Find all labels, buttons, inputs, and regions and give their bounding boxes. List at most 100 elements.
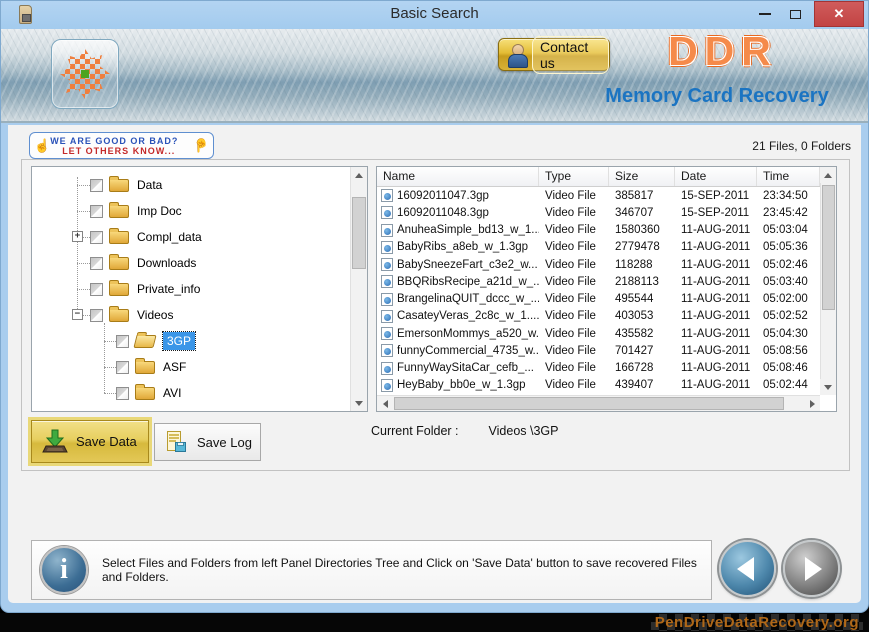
column-header-date[interactable]: Date	[675, 167, 757, 186]
table-row[interactable]: 16092011047.3gp Video File 385817 15-SEP…	[377, 187, 820, 204]
close-button[interactable]: ✕	[814, 1, 864, 27]
tree-item[interactable]: Imp Doc	[32, 198, 349, 224]
file-size: 435582	[615, 328, 653, 340]
tree-item[interactable]: 3GP	[32, 328, 349, 354]
file-name: BBQRibsRecipe_a21d_w_...	[397, 276, 539, 288]
file-date: 11-AUG-2011	[681, 241, 750, 253]
current-folder-label: Current Folder :	[371, 424, 459, 438]
app-logo	[51, 39, 119, 109]
maximize-button[interactable]	[784, 1, 806, 27]
table-row[interactable]: FunnyWaySitaCar_cefb_... Video File 1667…	[377, 360, 820, 377]
file-type: Video File	[545, 328, 596, 340]
column-header-type[interactable]: Type	[539, 167, 609, 186]
file-type: Video File	[545, 362, 596, 374]
file-table-panel: NameTypeSizeDateTime 16092011047.3gp Vid…	[376, 166, 837, 412]
feedback-line1: WE ARE GOOD OR BAD?	[50, 136, 193, 146]
tree-vertical-scrollbar[interactable]	[350, 167, 367, 411]
video-file-icon	[381, 344, 393, 357]
table-vscroll-thumb[interactable]	[822, 185, 835, 310]
tree-item-label: Imp Doc	[137, 204, 182, 218]
table-row[interactable]: BabySneezeFart_c3e2_w... Video File 1182…	[377, 256, 820, 273]
column-header-size[interactable]: Size	[609, 167, 675, 186]
file-type: Video File	[545, 379, 596, 391]
table-row[interactable]: HeyBaby_bb0e_w_1.3gp Video File 439407 1…	[377, 377, 820, 394]
save-log-button[interactable]: Save Log	[154, 423, 261, 461]
file-name: AnuheaSimple_bd13_w_1...	[397, 224, 539, 236]
save-log-icon	[164, 430, 188, 454]
folder-icon	[109, 257, 129, 270]
scroll-left-button[interactable]	[377, 396, 393, 412]
tree-item[interactable]: AVI	[32, 380, 349, 406]
column-header-name[interactable]: Name	[377, 167, 539, 186]
file-size: 2779478	[615, 241, 660, 253]
table-horizontal-scrollbar[interactable]	[377, 395, 820, 411]
table-row[interactable]: BrangelinaQUIT_dccc_w_... Video File 495…	[377, 291, 820, 308]
tree-checkbox[interactable]	[116, 361, 129, 374]
table-row[interactable]: AnuheaSimple_bd13_w_1... Video File 1580…	[377, 222, 820, 239]
file-size: 701427	[615, 345, 653, 357]
table-row[interactable]: 16092011048.3gp Video File 346707 15-SEP…	[377, 204, 820, 221]
tree-item[interactable]: Downloads	[32, 250, 349, 276]
save-data-label: Save Data	[76, 434, 137, 449]
content-area: ☝ WE ARE GOOD OR BAD? LET OTHERS KNOW...…	[8, 125, 861, 603]
file-name: 16092011048.3gp	[397, 207, 489, 219]
table-row[interactable]: BBQRibsRecipe_a21d_w_... Video File 2188…	[377, 273, 820, 290]
info-bar: i Select Files and Folders from left Pan…	[31, 540, 712, 600]
file-size: 346707	[615, 207, 653, 219]
tree-checkbox[interactable]	[90, 309, 103, 322]
table-row[interactable]: BabyRibs_a8eb_w_1.3gp Video File 2779478…	[377, 239, 820, 256]
folder-icon	[109, 179, 129, 192]
tree-item[interactable]: Private_info	[32, 276, 349, 302]
tree-item[interactable]: + Compl_data	[32, 224, 349, 250]
tree-checkbox[interactable]	[90, 179, 103, 192]
file-name: BrangelinaQUIT_dccc_w_...	[397, 293, 539, 305]
file-type: Video File	[545, 190, 596, 202]
file-time: 05:08:56	[763, 345, 808, 357]
forward-button[interactable]	[783, 540, 840, 597]
scroll-up-button[interactable]	[820, 167, 836, 183]
tree-checkbox[interactable]	[90, 283, 103, 296]
back-button[interactable]	[719, 540, 776, 597]
tree-item[interactable]: − Videos	[32, 302, 349, 328]
feedback-badge[interactable]: ☝ WE ARE GOOD OR BAD? LET OTHERS KNOW...…	[29, 132, 214, 159]
tree-item[interactable]: ASF	[32, 354, 349, 380]
tree-checkbox[interactable]	[116, 387, 129, 400]
forward-arrow-icon	[805, 557, 822, 581]
file-name: 16092011047.3gp	[397, 190, 489, 202]
table-row[interactable]: EmersonMommys_a520_w... Video File 43558…	[377, 325, 820, 342]
tree-scroll-thumb[interactable]	[352, 197, 366, 269]
tree-checkbox[interactable]	[90, 231, 103, 244]
file-name: BabyRibs_a8eb_w_1.3gp	[397, 241, 528, 253]
tree-expander[interactable]: −	[72, 309, 83, 320]
video-file-icon	[381, 224, 393, 237]
folder-icon	[135, 361, 155, 374]
file-name: BabySneezeFart_c3e2_w...	[397, 259, 538, 271]
scroll-down-button[interactable]	[351, 395, 367, 411]
scroll-down-button[interactable]	[820, 379, 836, 395]
table-vertical-scrollbar[interactable]	[820, 167, 836, 395]
contact-us-button[interactable]: Contact us	[498, 38, 610, 71]
tree-checkbox[interactable]	[90, 205, 103, 218]
minimize-button[interactable]	[754, 1, 776, 27]
scroll-up-button[interactable]	[351, 167, 367, 183]
tree-checkbox[interactable]	[116, 335, 129, 348]
tree-checkbox[interactable]	[90, 257, 103, 270]
save-data-button[interactable]: Save Data	[31, 420, 149, 463]
tree-expander[interactable]: +	[72, 231, 83, 242]
checkered-star-icon	[60, 49, 110, 99]
file-time: 23:45:42	[763, 207, 808, 219]
video-file-icon	[381, 189, 393, 202]
thumbs-up-icon: ☝	[34, 139, 50, 152]
thumbs-down-icon: ☝	[193, 139, 209, 152]
scroll-right-button[interactable]	[804, 396, 820, 412]
feedback-line2: LET OTHERS KNOW...	[62, 146, 193, 156]
table-hscroll-thumb[interactable]	[394, 397, 784, 410]
table-row[interactable]: funnyCommercial_4735_w... Video File 701…	[377, 342, 820, 359]
product-name: Memory Card Recovery	[602, 85, 832, 108]
save-data-icon	[42, 429, 68, 455]
file-size: 385817	[615, 190, 653, 202]
table-row[interactable]: CasateyVeras_2c8c_w_1.... Video File 403…	[377, 308, 820, 325]
tree-item[interactable]: Data	[32, 172, 349, 198]
file-size: 403053	[615, 310, 653, 322]
column-header-time[interactable]: Time	[757, 167, 820, 186]
